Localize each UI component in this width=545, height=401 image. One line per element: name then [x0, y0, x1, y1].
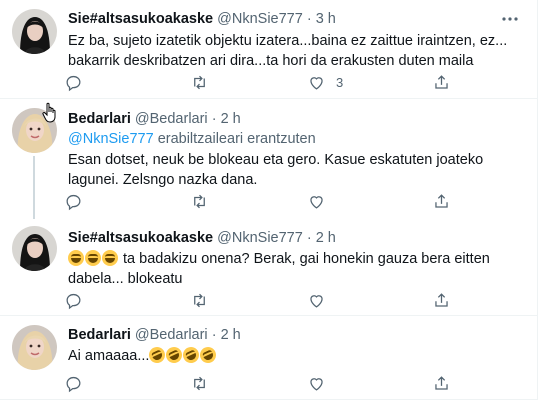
share-button[interactable]: [432, 373, 451, 393]
timestamp[interactable]: 3 h: [316, 11, 336, 27]
like-button[interactable]: [307, 290, 326, 310]
tweet-actions: 3: [64, 72, 464, 92]
heart-icon: [310, 294, 323, 308]
share-icon: [435, 375, 448, 390]
separator-dot: ·: [306, 11, 312, 27]
replying-to: @NknSie777 erabiltzaileari erantzuten: [68, 130, 316, 148]
display-name[interactable]: Sie#altsasukoakaske: [68, 11, 213, 27]
reply-to-label: erabiltzaileari erantzuten: [157, 131, 316, 147]
like-count: 3: [336, 74, 344, 90]
share-icon: [435, 74, 448, 89]
tweet-4[interactable]: Bedarlari @Bedarlari · 2 h Ai amaaaa...: [0, 316, 537, 400]
like-button[interactable]: [307, 373, 326, 393]
tweet-3[interactable]: Sie#altsasukoakaske @NknSie777 · 2 h ta …: [0, 217, 537, 315]
heart-icon: [310, 195, 323, 209]
reply-icon: [66, 75, 81, 91]
tweet-text: Ez ba, sujeto izatetik objektu izatera..…: [68, 33, 508, 69]
reply-icon: [66, 194, 81, 210]
tweet-actions: [64, 290, 464, 310]
tweet-2[interactable]: Bedarlari @Bedarlari · 2 h @NknSie777 er…: [0, 99, 537, 219]
tweet-actions: [64, 373, 464, 393]
retweet-icon: [194, 194, 205, 208]
avatar-sie[interactable]: [12, 226, 57, 271]
tweet-text-content: ta badakizu onena? Berak, gai honekin ga…: [68, 251, 490, 287]
timestamp[interactable]: 2 h: [221, 111, 241, 127]
tweet-header: Sie#altsasukoakaske @NknSie777 · 3 h: [68, 10, 336, 28]
user-handle[interactable]: @NknSie777: [217, 11, 303, 27]
user-handle[interactable]: @NknSie777: [217, 230, 303, 246]
tweet-text: ta badakizu onena? Berak, gai honekin ga…: [68, 249, 523, 289]
more-icon[interactable]: [500, 10, 520, 28]
separator-dot: ·: [306, 230, 312, 246]
like-button[interactable]: 3: [307, 72, 343, 92]
tweet-text: Esan dotset, neuk be blokeau eta gero. K…: [68, 152, 484, 188]
tweet-text-content: Ai amaaaa...: [68, 348, 150, 364]
display-name[interactable]: Bedarlari: [68, 111, 131, 127]
timestamp[interactable]: 2 h: [316, 230, 336, 246]
retweet-button[interactable]: [190, 373, 209, 393]
retweet-button[interactable]: [190, 290, 209, 310]
thread-line: [33, 156, 35, 219]
separator-dot: ·: [211, 111, 217, 127]
heart-icon: [310, 377, 323, 391]
user-handle[interactable]: @Bedarlari: [135, 327, 208, 343]
tweet-actions: [64, 191, 464, 211]
share-icon: [435, 292, 448, 307]
display-name[interactable]: Bedarlari: [68, 327, 131, 343]
reply-button[interactable]: [64, 191, 83, 211]
tweet-1[interactable]: Sie#altsasukoakaske @NknSie777 · 3 h Ez …: [0, 0, 537, 98]
retweet-icon: [194, 376, 205, 390]
reply-icon: [66, 293, 81, 309]
user-handle[interactable]: @Bedarlari: [135, 111, 208, 127]
retweet-button[interactable]: [190, 72, 209, 92]
tweet-header: Bedarlari @Bedarlari · 2 h: [68, 326, 241, 344]
reply-button[interactable]: [64, 373, 83, 393]
share-icon: [435, 193, 448, 208]
reply-to-handle[interactable]: @NknSie777: [68, 131, 154, 147]
tears-of-joy-emoji: [85, 250, 101, 266]
tears-of-joy-emoji: [102, 250, 118, 266]
avatar-bedarlari[interactable]: [12, 325, 57, 370]
avatar-sie[interactable]: [12, 9, 57, 54]
retweet-button[interactable]: [190, 191, 209, 211]
separator-dot: ·: [211, 327, 217, 343]
retweet-icon: [194, 293, 205, 307]
share-button[interactable]: [432, 191, 451, 211]
tears-of-joy-emoji: [68, 250, 84, 266]
timestamp[interactable]: 2 h: [221, 327, 241, 343]
reply-button[interactable]: [64, 290, 83, 310]
reply-button[interactable]: [64, 72, 83, 92]
share-button[interactable]: [432, 290, 451, 310]
tweet-header: Sie#altsasukoakaske @NknSie777 · 2 h: [68, 229, 336, 247]
share-button[interactable]: [432, 72, 451, 92]
heart-icon: [310, 76, 323, 90]
retweet-icon: [194, 75, 205, 89]
like-button[interactable]: [307, 191, 326, 211]
tweet-header: Bedarlari @Bedarlari · 2 h: [68, 110, 241, 128]
rofl-emoji: [197, 344, 220, 366]
display-name[interactable]: Sie#altsasukoakaske: [68, 230, 213, 246]
tweet-text: Ai amaaaa...: [68, 344, 523, 366]
hand-cursor-icon: [42, 102, 56, 123]
reply-icon: [66, 376, 81, 392]
